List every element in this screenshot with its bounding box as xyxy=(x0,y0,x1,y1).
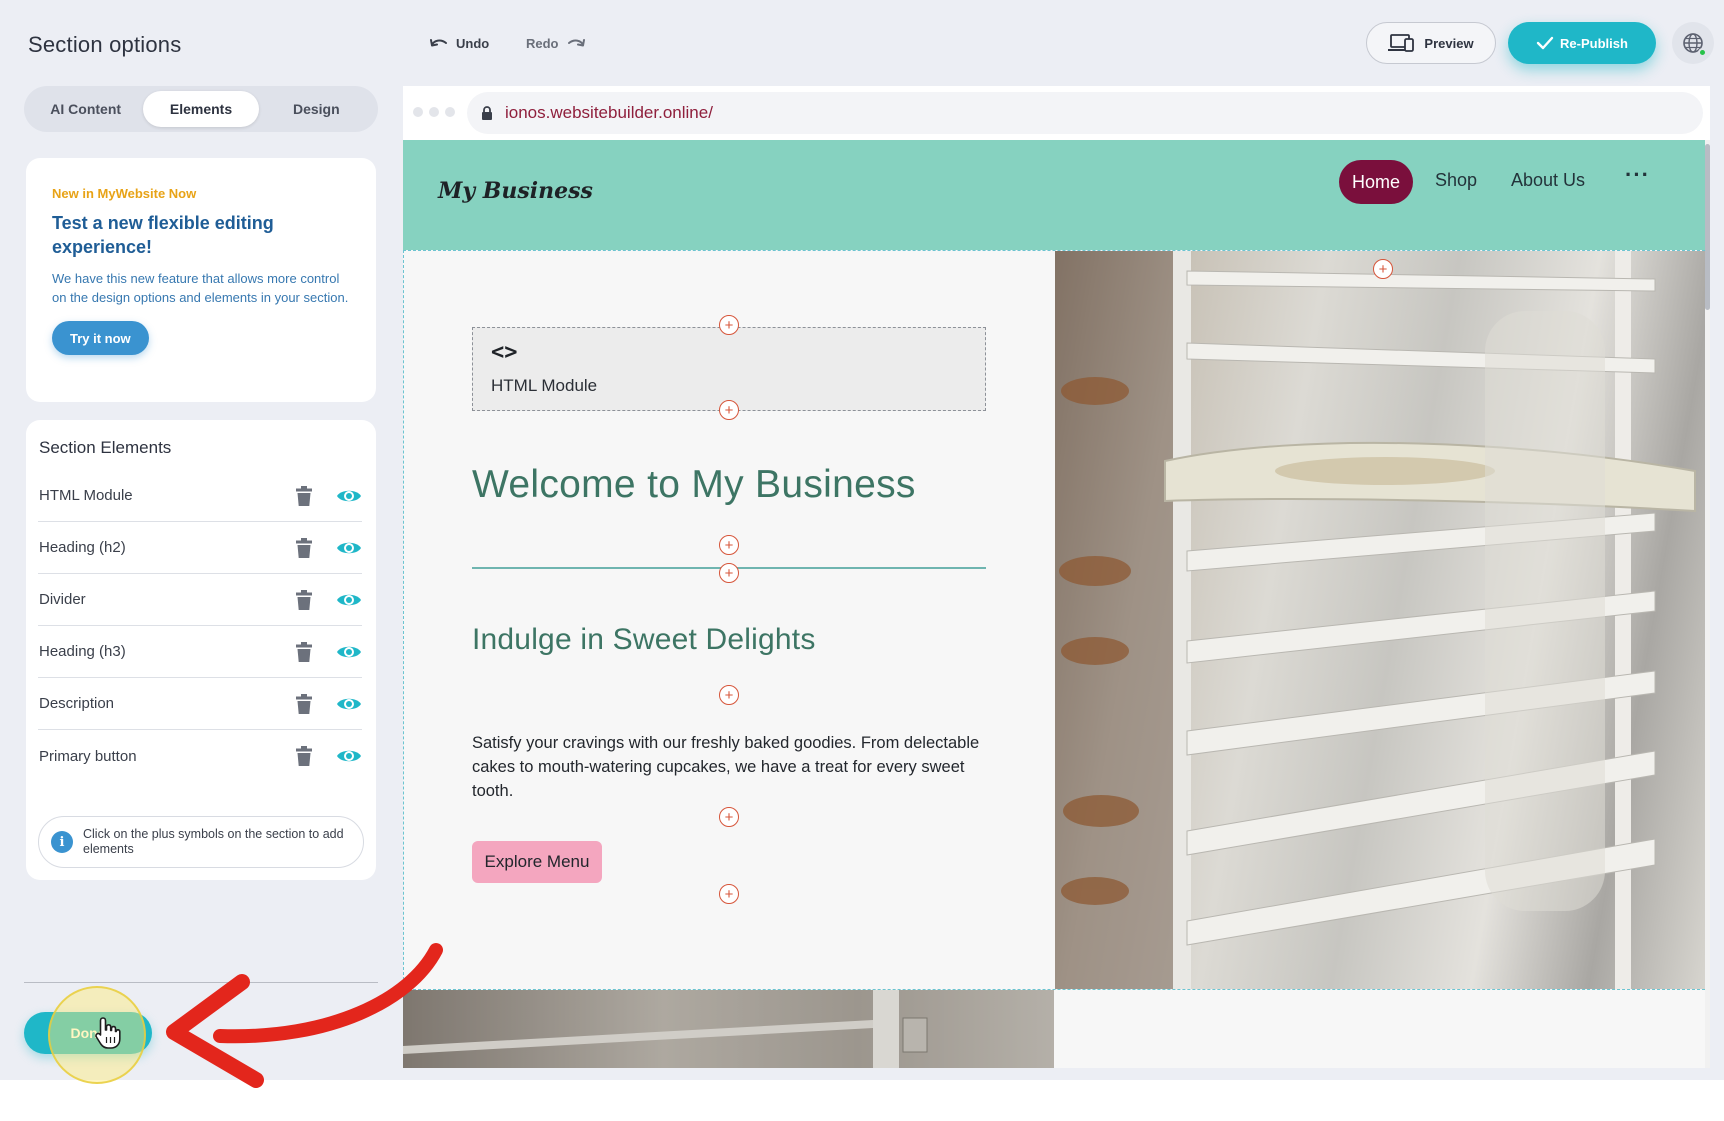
undo-label: Undo xyxy=(456,35,490,51)
code-icon: <> xyxy=(491,340,518,365)
editor-app: Section options AI Content Elements Desi… xyxy=(0,0,1724,1088)
section-heading-h2[interactable]: Welcome to My Business xyxy=(472,463,916,507)
try-it-now-button[interactable]: Try it now xyxy=(52,321,149,355)
promo-card: New in MyWebsite Now Test a new flexible… xyxy=(26,158,376,402)
element-row-heading-h2[interactable]: Heading (h2) xyxy=(38,522,362,574)
site-header: My Business Home Shop About Us ··· xyxy=(403,140,1705,250)
element-row-description[interactable]: Description xyxy=(38,678,362,730)
language-button[interactable] xyxy=(1672,22,1714,64)
preview-button[interactable]: Preview xyxy=(1366,22,1496,64)
add-element-plus-icon[interactable]: + xyxy=(719,807,739,827)
element-list: HTML Module Heading (h2) Divider Heading (h… xyxy=(38,470,362,782)
section-description[interactable]: Satisfy your cravings with our freshly b… xyxy=(472,731,992,803)
promo-title: Test a new flexible editing experience! xyxy=(52,213,274,257)
element-row-divider[interactable]: Divider xyxy=(38,574,362,626)
hint-text: Click on the plus symbols on the section… xyxy=(83,827,344,856)
url-text: ionos.websitebuilder.online/ xyxy=(505,103,713,122)
add-element-plus-icon[interactable]: + xyxy=(719,685,739,705)
section-heading-h3[interactable]: Indulge in Sweet Delights xyxy=(472,623,816,657)
trash-icon[interactable] xyxy=(294,485,314,507)
section-content-column: <> HTML Module Welcome to My Business In… xyxy=(404,251,1054,989)
add-elements-hint: i Click on the plus symbols on the secti… xyxy=(38,816,364,868)
trash-icon[interactable] xyxy=(294,589,314,611)
html-module-label: HTML Module xyxy=(491,376,598,395)
trash-icon[interactable] xyxy=(294,693,314,715)
element-row-html-module[interactable]: HTML Module xyxy=(38,470,362,522)
bakery-rack-photo: + xyxy=(1055,251,1705,989)
nav-shop[interactable]: Shop xyxy=(1435,170,1477,191)
info-icon: i xyxy=(51,831,73,853)
element-label: Heading (h2) xyxy=(39,539,126,556)
add-element-plus-icon[interactable]: + xyxy=(1373,259,1393,279)
preview-label: Preview xyxy=(1424,35,1474,51)
bakery-rack-illustration xyxy=(1055,251,1696,989)
window-dots xyxy=(413,107,455,117)
done-button[interactable]: Done xyxy=(24,1012,152,1054)
trash-icon[interactable] xyxy=(294,745,314,767)
promo-eyebrow: New in MyWebsite Now xyxy=(52,186,197,201)
add-element-plus-icon[interactable]: + xyxy=(719,535,739,555)
window-dot xyxy=(413,107,423,117)
tab-design[interactable]: Design xyxy=(259,91,374,127)
devices-icon xyxy=(1388,34,1415,52)
scrollbar-thumb[interactable] xyxy=(1705,144,1710,310)
section-elements-card: Section Elements HTML Module Heading (h2)… xyxy=(26,420,376,880)
section-elements-title: Section Elements xyxy=(39,438,172,457)
site-logo[interactable]: My Business xyxy=(438,178,593,204)
element-row-heading-h3[interactable]: Heading (h3) xyxy=(38,626,362,678)
republish-label: Re-Publish xyxy=(1560,35,1628,51)
next-section-photo xyxy=(403,990,1054,1068)
undo-button[interactable]: Undo xyxy=(430,32,489,54)
panel-tabs: AI Content Elements Design xyxy=(24,86,378,132)
website-canvas: My Business Home Shop About Us ··· <> HT… xyxy=(403,140,1705,1068)
window-dot xyxy=(429,107,439,117)
panel-divider xyxy=(24,982,378,983)
nav-more[interactable]: ··· xyxy=(1625,162,1650,188)
explore-menu-button[interactable]: Explore Menu xyxy=(472,841,602,883)
element-label: Description xyxy=(39,695,115,712)
trash-icon[interactable] xyxy=(294,537,314,559)
eye-icon[interactable] xyxy=(336,642,362,662)
add-element-plus-icon[interactable]: + xyxy=(719,400,739,420)
address-row: ionos.websitebuilder.online/ xyxy=(403,86,1710,140)
republish-button[interactable]: Re-Publish xyxy=(1508,22,1656,64)
nav-home[interactable]: Home xyxy=(1339,160,1413,204)
panel-title: Section options xyxy=(28,32,182,57)
add-element-plus-icon[interactable]: + xyxy=(719,884,739,904)
eye-icon[interactable] xyxy=(336,538,362,558)
browser-preview: ionos.websitebuilder.online/ My Business… xyxy=(403,86,1710,1068)
eye-icon[interactable] xyxy=(336,694,362,714)
online-status-dot xyxy=(1698,48,1707,57)
redo-icon xyxy=(567,39,585,47)
element-label: Primary button xyxy=(39,747,137,765)
next-section-content xyxy=(1054,990,1705,1068)
html-module-block[interactable]: <> HTML Module xyxy=(472,327,986,411)
hero-section[interactable]: <> HTML Module Welcome to My Business In… xyxy=(403,250,1705,990)
element-label: Divider xyxy=(39,591,86,608)
element-label: HTML Module xyxy=(39,487,133,504)
element-label: Heading (h3) xyxy=(39,643,126,660)
eye-icon[interactable] xyxy=(336,746,362,766)
check-icon xyxy=(1536,36,1554,50)
preview-scrollbar[interactable] xyxy=(1705,140,1710,1068)
undo-icon xyxy=(430,39,447,47)
add-element-plus-icon[interactable]: + xyxy=(719,563,739,583)
add-element-plus-icon[interactable]: + xyxy=(719,315,739,335)
element-row-primary-button[interactable]: Primary button xyxy=(38,730,362,782)
nav-about-us[interactable]: About Us xyxy=(1511,170,1585,191)
trash-icon[interactable] xyxy=(294,641,314,663)
promo-body: We have this new feature that allows mor… xyxy=(52,271,349,305)
eye-icon[interactable] xyxy=(336,590,362,610)
redo-label: Redo xyxy=(526,35,559,51)
tab-elements[interactable]: Elements xyxy=(143,91,259,127)
lock-icon xyxy=(482,105,492,120)
url-bar[interactable]: ionos.websitebuilder.online/ xyxy=(467,92,1703,134)
window-dot xyxy=(445,107,455,117)
redo-button[interactable]: Redo xyxy=(526,32,585,54)
tab-ai-content[interactable]: AI Content xyxy=(28,91,143,127)
next-section-illustration xyxy=(403,990,1054,1068)
eye-icon[interactable] xyxy=(336,486,362,506)
